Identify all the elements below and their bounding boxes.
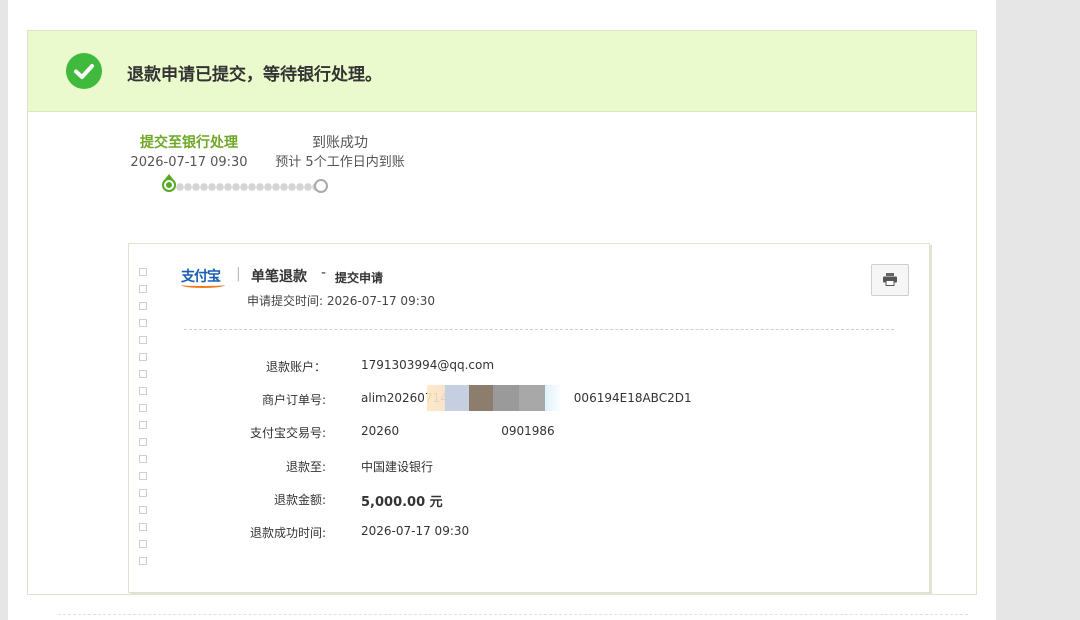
detail-label: 退款成功时间: — [249, 525, 326, 540]
result-panel: 退款申请已提交，等待银行处理。 提交至银行处理 2026-07-17 09:30… — [27, 30, 977, 595]
step-subtitle: 预计 5个工作日内到账 — [275, 155, 405, 170]
submit-time-value: 2026-07-17 09:30 — [326, 294, 436, 308]
binding-hole — [139, 336, 147, 344]
print-button[interactable] — [871, 264, 909, 296]
refund-receipt: 支付宝 | 单笔退款 - 提交申请 申请提交时间: 2026-07-17 09:… — [128, 243, 930, 593]
receipt-subtitle: 提交申请 — [335, 271, 384, 285]
detail-value: 1791303994@qq.com — [361, 358, 495, 372]
detail-label: 退款金额: — [273, 492, 326, 507]
detail-label: 支付宝交易号: — [249, 426, 326, 441]
detail-value: 中国建设银行 — [361, 459, 434, 474]
binding-hole — [139, 285, 147, 293]
banner-message: 退款申请已提交，等待银行处理。 — [127, 65, 382, 85]
step-title: 到账成功 — [312, 135, 368, 151]
detail-row-order-number: 商户订单号: alim20260714 006194E18ABC2D1 — [129, 385, 909, 424]
alipay-logo-swoosh — [181, 282, 225, 288]
page: 退款申请已提交，等待银行处理。 提交至银行处理 2026-07-17 09:30… — [8, 0, 996, 620]
step-arrived: 到账成功 预计 5个工作日内到账 — [260, 133, 420, 173]
detail-value-tail: 006194E18ABC2D1 — [573, 391, 692, 406]
receipt-details: 退款账户： 1791303994@qq.com 商户订单号: alim20260… — [129, 358, 909, 557]
step-title: 提交至银行处理 — [140, 135, 238, 151]
step-dot-active — [162, 178, 176, 192]
redaction-mosaic — [427, 385, 567, 412]
binding-hole — [139, 557, 147, 565]
success-banner: 退款申请已提交，等待银行处理。 — [28, 31, 976, 112]
check-circle-icon — [66, 53, 102, 89]
detail-value-head: 20260 — [361, 424, 400, 439]
detail-value: alim20260714 006194E18ABC2D1 — [361, 385, 692, 412]
step-dot-pending — [314, 179, 328, 193]
submit-time: 申请提交时间: 2026-07-17 09:30 — [247, 292, 435, 309]
detail-row-alipay-trade-number: 支付宝交易号: 20260 0901986 — [129, 424, 909, 457]
step-submitted: 提交至银行处理 2026-07-17 09:30 — [124, 133, 254, 173]
submit-time-label: 申请提交时间: — [247, 294, 324, 308]
binding-hole — [139, 268, 147, 276]
receipt-divider — [184, 329, 894, 330]
detail-label: 退款至: — [285, 459, 326, 474]
printer-icon — [883, 273, 897, 286]
title-separator: | — [236, 266, 241, 282]
detail-row-success-time: 退款成功时间: 2026-07-17 09:30 — [129, 524, 909, 557]
binding-hole — [139, 319, 147, 327]
detail-label: 商户订单号: — [261, 393, 326, 408]
binding-hole — [139, 302, 147, 310]
footer-divider — [58, 614, 968, 615]
detail-value: 20260 0901986 — [361, 424, 555, 438]
detail-row-refund-to: 退款至: 中国建设银行 — [129, 458, 909, 491]
step-subtitle: 2026-07-17 09:30 — [130, 155, 248, 170]
receipt-title: 单笔退款 — [251, 269, 307, 285]
detail-value-tail: 0901986 — [501, 424, 555, 439]
detail-label: 退款账户： — [265, 360, 326, 374]
title-dash: - — [321, 265, 327, 281]
detail-row-refund-amount: 退款金额: 5,000.00 元 — [129, 491, 909, 524]
detail-value: 2026-07-17 09:30 — [361, 523, 470, 538]
progress-track — [168, 182, 320, 192]
detail-value: 5,000.00 元 — [361, 494, 443, 510]
